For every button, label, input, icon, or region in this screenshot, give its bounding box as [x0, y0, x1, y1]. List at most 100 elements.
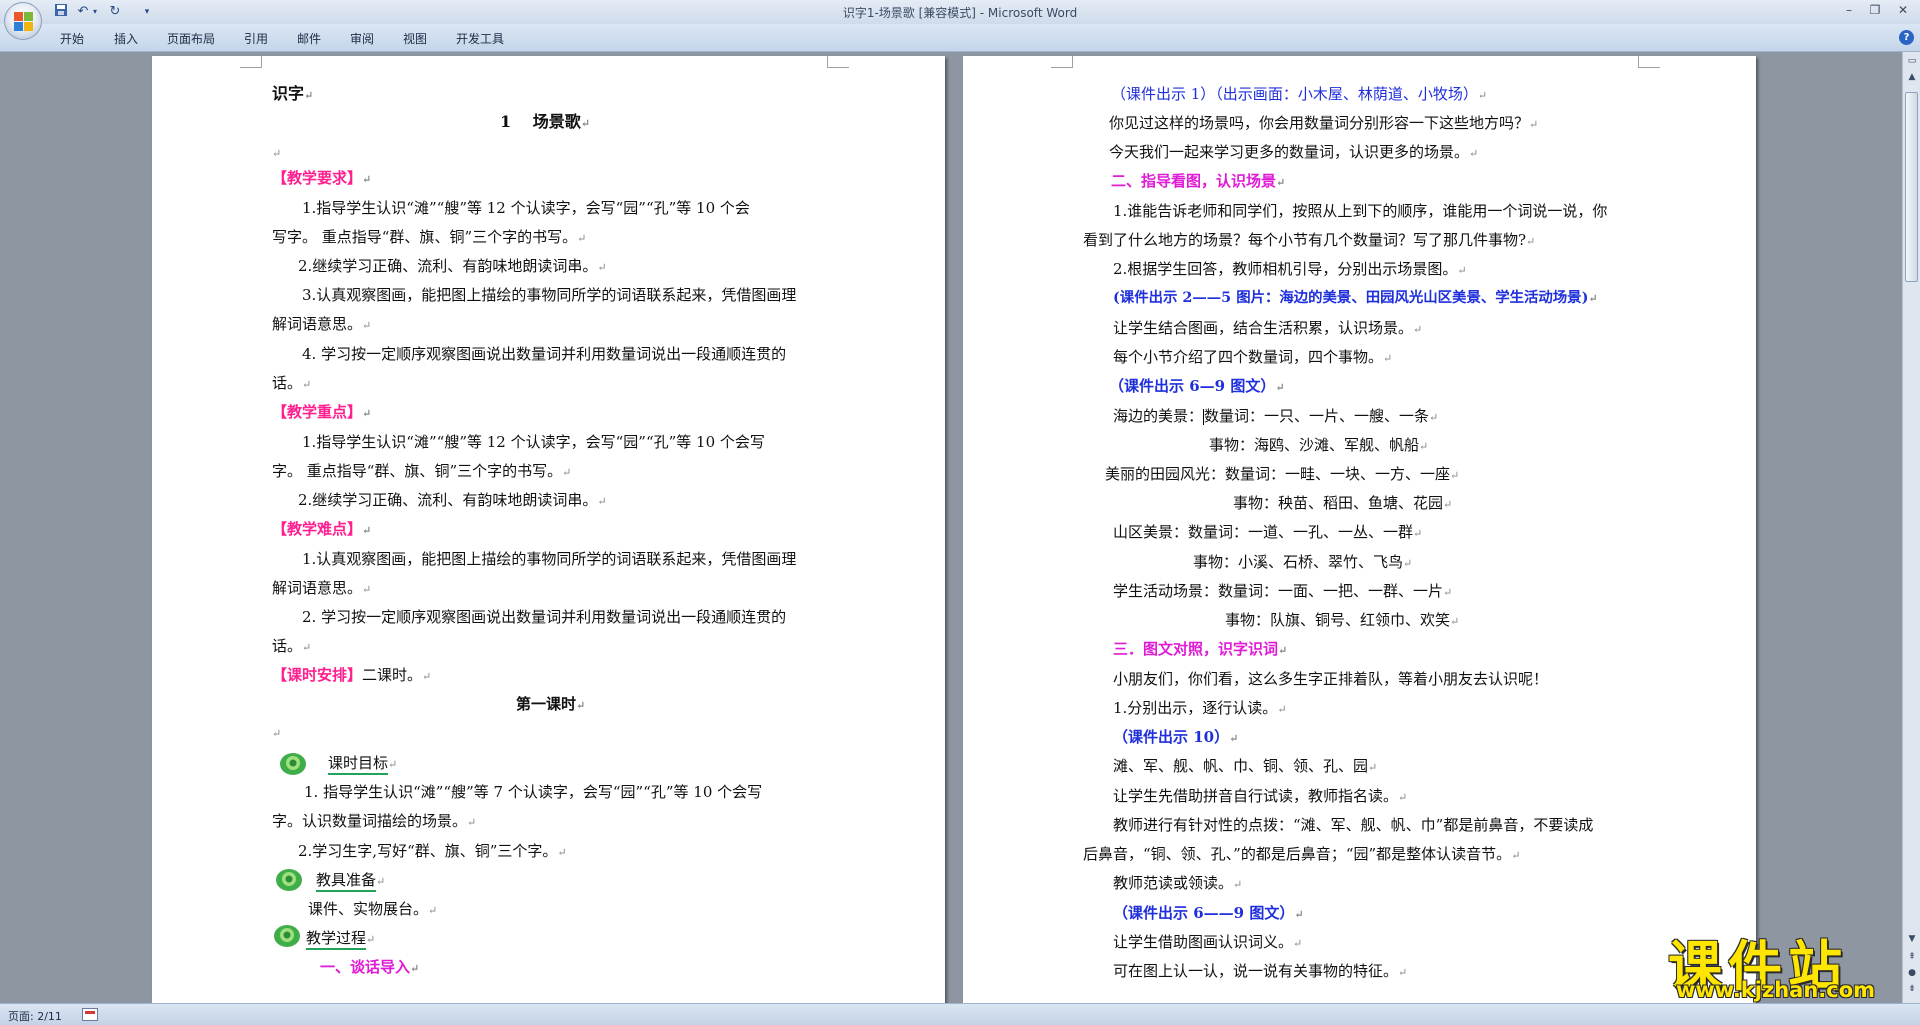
section-label: 【教学难点】↵: [272, 520, 372, 538]
doc-text: （课件出示 10）↵: [1113, 728, 1239, 746]
close-button[interactable]: ✕: [1890, 0, 1916, 20]
doc-text: 2.继续学习正确、流利、有韵味地朗读词串。↵: [298, 257, 607, 275]
doc-text: 解词语意思。↵: [272, 579, 372, 597]
doc-text: 让学生结合图画，结合生活积累，认识场景。↵: [1113, 319, 1423, 337]
section-label: 【教学要求】↵: [272, 169, 372, 187]
paragraph-mark: ↵: [272, 147, 282, 160]
prep-heading: 教具准备↵: [316, 870, 385, 892]
doc-text: 可在图上认一认，说一说有关事物的特征。↵: [1113, 962, 1408, 980]
tab-review[interactable]: 审阅: [350, 30, 374, 47]
doc-text: 美丽的田园风光：数量词：一畦、一块、一方、一座↵: [1105, 465, 1460, 483]
doc-text: （课件出示 6——9 图文）↵: [1113, 904, 1304, 922]
doc-text: 2.根据学生回答，教师相机引导，分别出示场景图。↵: [1113, 260, 1467, 278]
tab-page-layout[interactable]: 页面布局: [167, 30, 215, 47]
watermark-logo-url: www.kjzhan.com: [1676, 978, 1876, 1002]
minimize-button[interactable]: –: [1836, 0, 1862, 20]
lesson-heading: 第一课时↵: [516, 695, 586, 713]
doc-title: 1 场景歌↵: [500, 112, 590, 131]
doc-text: 事物：队旗、铜号、红领巾、欢笑↵: [1225, 611, 1460, 629]
doc-text: 4. 学习按一定顺序观察图画说出数量词并利用数量词说出一段通顺连贯的: [302, 345, 787, 363]
previous-page-icon[interactable]: ⇞: [1905, 950, 1919, 964]
restore-button[interactable]: ❐: [1862, 0, 1888, 20]
doc-text: (课件出示 2——5 图片：海边的美景、田园风光山区美景、学生活动场景)↵: [1113, 289, 1598, 306]
doc-text: 事物：秧苗、稻田、鱼塘、花园↵: [1233, 494, 1453, 512]
crop-mark: [1638, 56, 1660, 68]
doc-text: 【课时安排】二课时。↵: [272, 666, 432, 684]
tab-references[interactable]: 引用: [244, 30, 268, 47]
doc-text: 话。↵: [272, 637, 312, 655]
select-browse-object-icon[interactable]: ●: [1905, 966, 1919, 980]
section-heading: 三．图文对照，识字识词↵: [1113, 640, 1288, 658]
doc-text: 小朋友们，你们看，这么多生字正排着队，等着小朋友去认识呢！: [1113, 670, 1549, 688]
doc-text: 后鼻音，“铜、领、孔、”的都是后鼻音；“园”都是整体认读音节。↵: [1083, 845, 1521, 863]
doc-text: 写字。 重点指导“群、旗、铜”三个字的书写。↵: [272, 228, 587, 246]
doc-text: 教师范读或领读。↵: [1113, 874, 1243, 892]
doc-text: （课件出示 1）（出示画面：小木屋、林荫道、小牧场）↵: [1111, 85, 1488, 103]
office-button[interactable]: [4, 2, 42, 40]
doc-text: 课件、实物展台。↵: [308, 900, 438, 918]
help-icon[interactable]: ?: [1899, 30, 1914, 45]
doc-text: 1.指导学生认识“滩”“艘”等 12 个认读字，会写“园”“孔”等 10 个会: [302, 199, 750, 217]
title-bar: ↶ ▾ ↻ ▾ 识字1-场景歌 [兼容模式] - Microsoft Word …: [0, 0, 1920, 24]
doc-text: 1.指导学生认识“滩”“艘”等 12 个认读字，会写“园”“孔”等 10 个会写: [302, 433, 765, 451]
doc-text: 山区美景：数量词：一道、一孔、一丛、一群↵: [1113, 523, 1423, 541]
process-heading: 教学过程↵: [306, 928, 375, 950]
document-page-left[interactable]: 识字↵ 1 场景歌↵ ↵ 【教学要求】↵ 1.指导学生认识“滩”“艘”等 12 …: [152, 56, 945, 1003]
doc-text: 每个小节介绍了四个数量词，四个事物。↵: [1113, 348, 1393, 366]
doc-text: 3.认真观察图画，能把图上描绘的事物同所学的词语联系起来，凭借图画理: [302, 286, 797, 304]
doc-text: 1.谁能告诉老师和同学们，按照从上到下的顺序，谁能用一个词说一说，你: [1113, 202, 1608, 220]
tab-home[interactable]: 开始: [60, 30, 84, 47]
document-page-right[interactable]: （课件出示 1）（出示画面：小木屋、林荫道、小牧场）↵ 你见过这样的场景吗，你会…: [963, 56, 1756, 1003]
doc-text: 事物：海鸥、沙滩、军舰、帆船↵: [1209, 436, 1429, 454]
doc-text: 滩、军、舰、帆、巾、铜、领、孔、园↵: [1113, 757, 1378, 775]
doc-text: 海边的美景：数量词：一只、一片、一艘、一条↵: [1113, 407, 1439, 425]
snail-bullet-icon: [276, 869, 302, 891]
doc-text: 1.认真观察图画，能把图上描绘的事物同所学的词语联系起来，凭借图画理: [302, 550, 797, 568]
tab-insert[interactable]: 插入: [114, 30, 138, 47]
status-bar: 页面: 2/11: [0, 1003, 1920, 1025]
scroll-up-icon[interactable]: ▲: [1905, 70, 1919, 84]
doc-text: 1. 指导学生认识“滩”“艘”等 7 个认读字，会写“园”“孔”等 10 个会写: [304, 783, 763, 801]
snail-bullet-icon: [280, 753, 306, 775]
doc-heading: 识字↵: [272, 84, 314, 103]
section-heading: 二、指导看图，认识场景↵: [1111, 172, 1286, 190]
tab-view[interactable]: 视图: [403, 30, 427, 47]
doc-text: 字。 重点指导“群、旗、铜”三个字的书写。↵: [272, 462, 572, 480]
doc-text: 2.继续学习正确、流利、有韵味地朗读词串。↵: [298, 491, 607, 509]
doc-text: 2.学习生字,写好“群、旗、铜”三个字。↵: [298, 842, 567, 860]
doc-text: 学生活动场景：数量词：一面、一把、一群、一片↵: [1113, 582, 1453, 600]
document-area[interactable]: 识字↵ 1 场景歌↵ ↵ 【教学要求】↵ 1.指导学生认识“滩”“艘”等 12 …: [0, 52, 1902, 1003]
snail-bullet-icon: [274, 925, 300, 947]
scroll-down-icon[interactable]: ▼: [1905, 932, 1919, 946]
doc-text: 2. 学习按一定顺序观察图画说出数量词并利用数量词说出一段通顺连贯的: [302, 608, 787, 626]
scrollbar-thumb[interactable]: [1905, 92, 1918, 282]
office-logo-icon: [14, 12, 34, 32]
doc-text: 你见过这样的场景吗，你会用数量词分别形容一下这些地方吗？↵: [1109, 114, 1539, 132]
window-title: 识字1-场景歌 [兼容模式] - Microsoft Word: [842, 6, 1078, 20]
doc-text: 事物：小溪、石桥、翠竹、飞鸟↵: [1193, 553, 1413, 571]
tab-mailings[interactable]: 邮件: [297, 30, 321, 47]
tab-developer[interactable]: 开发工具: [456, 30, 504, 47]
doc-text: 让学生先借助拼音自行试读，教师指名读。↵: [1113, 787, 1408, 805]
next-page-icon[interactable]: ⇟: [1905, 982, 1919, 996]
doc-text: 话。↵: [272, 374, 312, 392]
crop-mark: [240, 56, 262, 68]
doc-text: （课件出示 6—9 图文）↵: [1109, 377, 1285, 395]
vertical-scrollbar[interactable]: ▭ ▲ ▼ ⇞ ● ⇟: [1902, 52, 1920, 1003]
doc-text: 看到了什么地方的场景？每个小节有几个数量词？写了那几件事物?↵: [1083, 231, 1536, 249]
goal-heading: 课时目标↵: [328, 753, 397, 775]
step-heading: 一、谈话导入↵: [320, 958, 420, 976]
doc-text: 字。认识数量词描绘的场景。↵: [272, 812, 477, 830]
ribbon-tab-bar: 开始 插入 页面布局 引用 邮件 审阅 视图 开发工具 ?: [0, 24, 1920, 52]
ruler-toggle-icon[interactable]: ▭: [1905, 54, 1919, 68]
paragraph-mark: ↵: [272, 727, 282, 740]
page-number-status[interactable]: 页面: 2/11: [8, 1008, 62, 1024]
proofing-icon[interactable]: [82, 1008, 98, 1021]
doc-text: 解词语意思。↵: [272, 315, 372, 333]
doc-text: 让学生借助图画认识词义。↵: [1113, 933, 1303, 951]
doc-text: 1.分别出示，逐行认读。↵: [1113, 699, 1287, 717]
doc-text: 教师进行有针对性的点拨：“滩、军、舰、帆、巾”都是前鼻音，不要读成: [1113, 816, 1594, 834]
doc-text: 今天我们一起来学习更多的数量词，认识更多的场景。↵: [1109, 143, 1479, 161]
crop-mark: [1051, 56, 1073, 68]
crop-mark: [827, 56, 849, 68]
